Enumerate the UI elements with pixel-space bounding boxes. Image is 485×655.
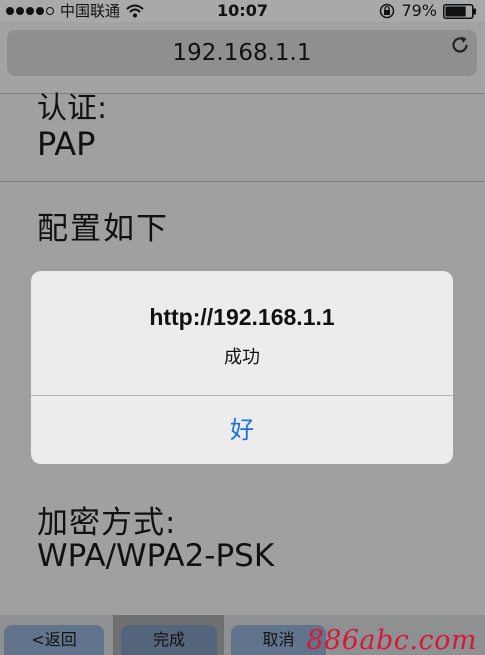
- auth-value: PAP: [37, 125, 96, 163]
- encryption-value: WPA/WPA2-PSK: [37, 538, 275, 574]
- reload-icon[interactable]: [449, 34, 471, 56]
- done-button[interactable]: 完成: [121, 625, 217, 655]
- encryption-label: 加密方式:: [37, 505, 177, 541]
- done-button-wrap: 完成: [113, 615, 224, 655]
- address-bar[interactable]: 192.168.1.1: [7, 30, 477, 76]
- config-heading: 配置如下: [37, 211, 169, 247]
- url-text: 192.168.1.1: [172, 40, 312, 66]
- status-bar: 中国联通 10:07 79%: [0, 0, 485, 22]
- alert-title: http://192.168.1.1: [149, 304, 335, 330]
- watermark: 886abc.com: [306, 625, 477, 655]
- divider: [0, 181, 485, 182]
- alert-ok-button[interactable]: 好: [31, 396, 453, 464]
- alert-dialog: http://192.168.1.1 成功 好: [31, 271, 453, 464]
- alert-message: 成功: [224, 347, 260, 368]
- auth-label: 认证:: [37, 91, 108, 126]
- battery-percent: 79%: [401, 1, 437, 20]
- back-button[interactable]: <返回: [4, 625, 104, 655]
- status-right: 79%: [379, 0, 477, 22]
- battery-icon: [443, 3, 476, 19]
- rotation-lock-icon: [380, 3, 395, 19]
- bottom-toolbar: <返回 完成 取消 886abc.com: [0, 615, 485, 655]
- screen: 中国联通 10:07 79% 192.168.1.1 认证: PAP 配置如下 …: [0, 0, 485, 655]
